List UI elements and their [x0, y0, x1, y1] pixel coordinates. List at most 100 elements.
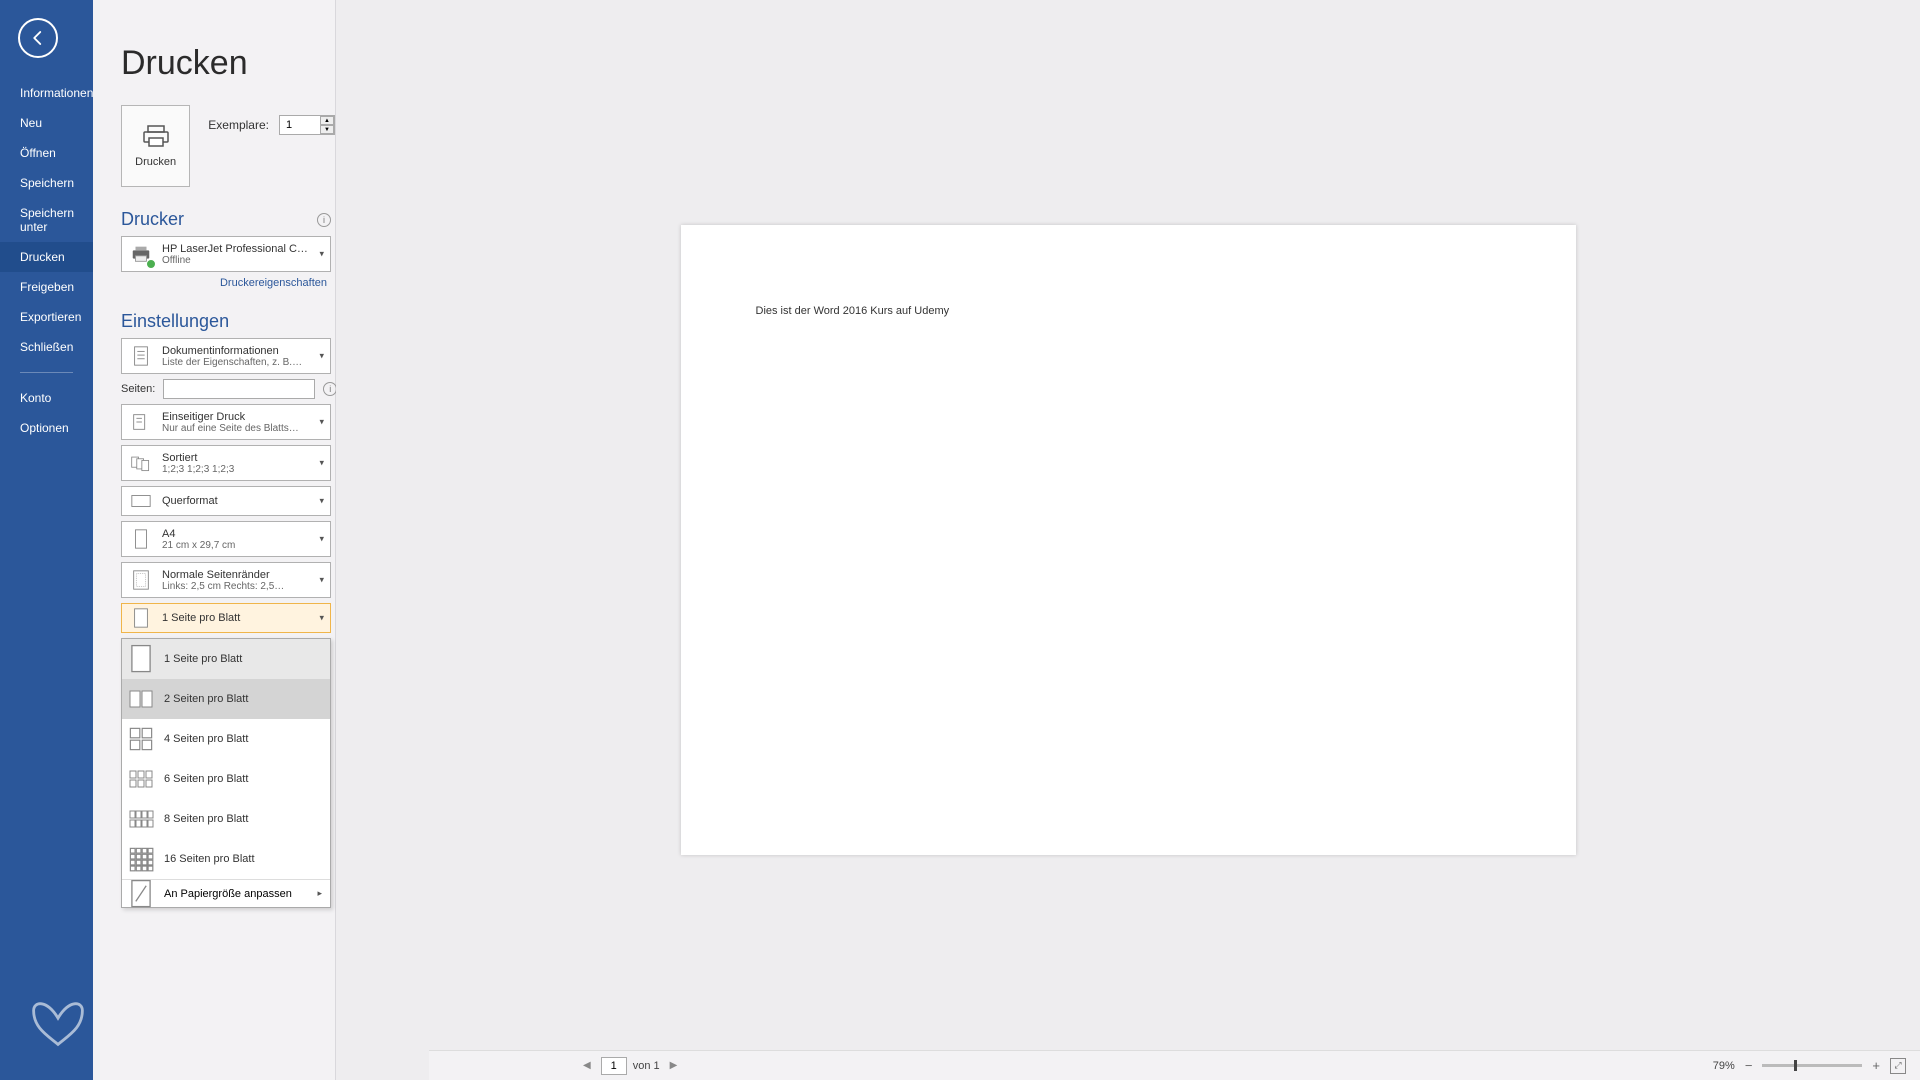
sidebar-item-optionen[interactable]: Optionen [0, 413, 93, 443]
sidebar-item-drucken[interactable]: Drucken [0, 242, 93, 272]
print-what-dropdown[interactable]: Dokumentinformationen Liste der Eigensch… [121, 338, 331, 374]
copies-spinner: ▲ ▼ [320, 116, 334, 134]
collate-line2: 1;2;3 1;2;3 1;2;3 [162, 464, 310, 475]
sidebar-item-freigeben[interactable]: Freigeben [0, 272, 93, 302]
printer-section-heading: Drucker [121, 209, 184, 230]
page-navigation: ◀ von 1 ▶ [579, 1057, 681, 1075]
print-what-line2: Liste der Eigenschaften, z. B.… [162, 357, 310, 368]
printer-properties-link[interactable]: Druckereigenschaften [121, 277, 327, 289]
sides-line1: Einseitiger Druck [162, 411, 310, 423]
zoom-out-button[interactable]: − [1745, 1058, 1753, 1073]
zoom-in-button[interactable]: + [1872, 1058, 1880, 1073]
document-info-icon [128, 343, 154, 369]
print-button[interactable]: Drucken [121, 105, 190, 187]
current-page-input[interactable] [601, 1057, 627, 1075]
printer-name: HP LaserJet Professional CP… [162, 243, 310, 255]
sidebar-item-neu[interactable]: Neu [0, 108, 93, 138]
prev-page-button[interactable]: ◀ [579, 1060, 595, 1071]
option-label: 6 Seiten pro Blatt [164, 773, 248, 785]
margins-line2: Links: 2,5 cm Rechts: 2,5… [162, 581, 310, 592]
sidebar-item-schliessen[interactable]: Schließen [0, 332, 93, 362]
paper-size-dropdown[interactable]: A4 21 cm x 29,7 cm [121, 521, 331, 557]
page-of-label: von 1 [633, 1060, 660, 1072]
zoom-slider[interactable] [1762, 1064, 1862, 1067]
collate-icon [128, 450, 154, 476]
zoom-slider-thumb[interactable] [1794, 1060, 1797, 1071]
pages-per-sheet-option-2[interactable]: 2 Seiten pro Blatt [122, 679, 330, 719]
option-label: 8 Seiten pro Blatt [164, 813, 248, 825]
sidebar-nav: Informationen Neu Öffnen Speichern Speic… [0, 78, 93, 443]
scale-to-paper-item[interactable]: An Papiergröße anpassen [122, 879, 330, 907]
one-up-icon [128, 646, 154, 672]
preview-bottom-bar: ◀ von 1 ▶ 79% − + ⤢ [429, 1050, 1920, 1080]
collate-dropdown[interactable]: Sortiert 1;2;3 1;2;3 1;2;3 [121, 445, 331, 481]
settings-section-heading: Einstellungen [121, 311, 335, 332]
zoom-controls: 79% − + ⤢ [1713, 1058, 1906, 1074]
paper-icon [128, 526, 154, 552]
sides-line2: Nur auf eine Seite des Blatts… [162, 423, 310, 434]
pages-input[interactable] [163, 379, 315, 399]
pages-per-sheet-option-1[interactable]: 1 Seite pro Blatt [122, 639, 330, 679]
printer-icon [142, 124, 170, 148]
app-logo [0, 990, 93, 1080]
margins-icon [128, 567, 154, 593]
sidebar-item-informationen[interactable]: Informationen [0, 78, 93, 108]
sidebar-separator [20, 372, 73, 373]
margins-dropdown[interactable]: Normale Seitenränder Links: 2,5 cm Recht… [121, 562, 331, 598]
arrow-left-icon [29, 29, 47, 47]
paper-line2: 21 cm x 29,7 cm [162, 540, 310, 551]
print-what-line1: Dokumentinformationen [162, 345, 310, 357]
pages-per-sheet-label: 1 Seite pro Blatt [162, 612, 310, 624]
print-preview-area: Dies ist der Word 2016 Kurs auf Udemy [336, 0, 1920, 1080]
collate-line1: Sortiert [162, 452, 310, 464]
sides-dropdown[interactable]: Einseitiger Druck Nur auf eine Seite des… [121, 404, 331, 440]
main-pane: Dokument1.docx - Word ? − ❐ ✕ Anmelden D… [93, 0, 1920, 1080]
landscape-icon [128, 488, 154, 514]
print-settings-pane: Drucken Drucken Exemplare: ▲ ▼ [93, 0, 336, 1080]
four-up-icon [128, 726, 154, 752]
option-label: 2 Seiten pro Blatt [164, 693, 248, 705]
fit-to-window-button[interactable]: ⤢ [1890, 1058, 1906, 1074]
copies-down-button[interactable]: ▼ [320, 125, 334, 134]
pages-per-sheet-option-6[interactable]: 6 Seiten pro Blatt [122, 759, 330, 799]
orientation-dropdown[interactable]: Querformat [121, 486, 331, 516]
sidebar-item-speichern[interactable]: Speichern [0, 168, 93, 198]
sidebar-item-oeffnen[interactable]: Öffnen [0, 138, 93, 168]
zoom-percent[interactable]: 79% [1713, 1060, 1735, 1072]
option-label: 16 Seiten pro Blatt [164, 853, 255, 865]
paper-line1: A4 [162, 528, 310, 540]
pages-per-sheet-dropdown[interactable]: 1 Seite pro Blatt [121, 603, 331, 633]
copies-label: Exemplare: [208, 118, 269, 132]
page-heading: Drucken [121, 44, 335, 83]
print-button-label: Drucken [135, 156, 176, 168]
pages-label: Seiten: [121, 383, 155, 395]
six-up-icon [128, 766, 154, 792]
margins-line1: Normale Seitenränder [162, 569, 310, 581]
copies-up-button[interactable]: ▲ [320, 116, 334, 125]
next-page-button[interactable]: ▶ [666, 1060, 682, 1071]
backstage-sidebar: Informationen Neu Öffnen Speichern Speic… [0, 0, 93, 1080]
sixteen-up-icon [128, 846, 154, 872]
pages-per-sheet-option-16[interactable]: 16 Seiten pro Blatt [122, 839, 330, 879]
printer-status-dot-icon [146, 259, 156, 269]
sidebar-item-exportieren[interactable]: Exportieren [0, 302, 93, 332]
one-page-icon [128, 605, 154, 631]
printer-device-icon [128, 241, 154, 267]
sidebar-item-speichern-unter[interactable]: Speichern unter [0, 198, 93, 242]
page-preview: Dies ist der Word 2016 Kurs auf Udemy [681, 225, 1576, 855]
printer-info-icon[interactable]: i [317, 213, 331, 227]
butterfly-icon [28, 990, 88, 1050]
scale-to-paper-icon [128, 881, 154, 907]
pages-per-sheet-option-8[interactable]: 8 Seiten pro Blatt [122, 799, 330, 839]
two-up-icon [128, 686, 154, 712]
scale-to-paper-label: An Papiergröße anpassen [164, 888, 292, 900]
option-label: 4 Seiten pro Blatt [164, 733, 248, 745]
pages-per-sheet-option-4[interactable]: 4 Seiten pro Blatt [122, 719, 330, 759]
printer-dropdown[interactable]: HP LaserJet Professional CP… Offline [121, 236, 331, 272]
one-sided-icon [128, 409, 154, 435]
eight-up-icon [128, 806, 154, 832]
printer-status: Offline [162, 255, 310, 266]
back-button[interactable] [18, 18, 58, 58]
sidebar-item-konto[interactable]: Konto [0, 383, 93, 413]
orientation-label: Querformat [162, 495, 310, 507]
